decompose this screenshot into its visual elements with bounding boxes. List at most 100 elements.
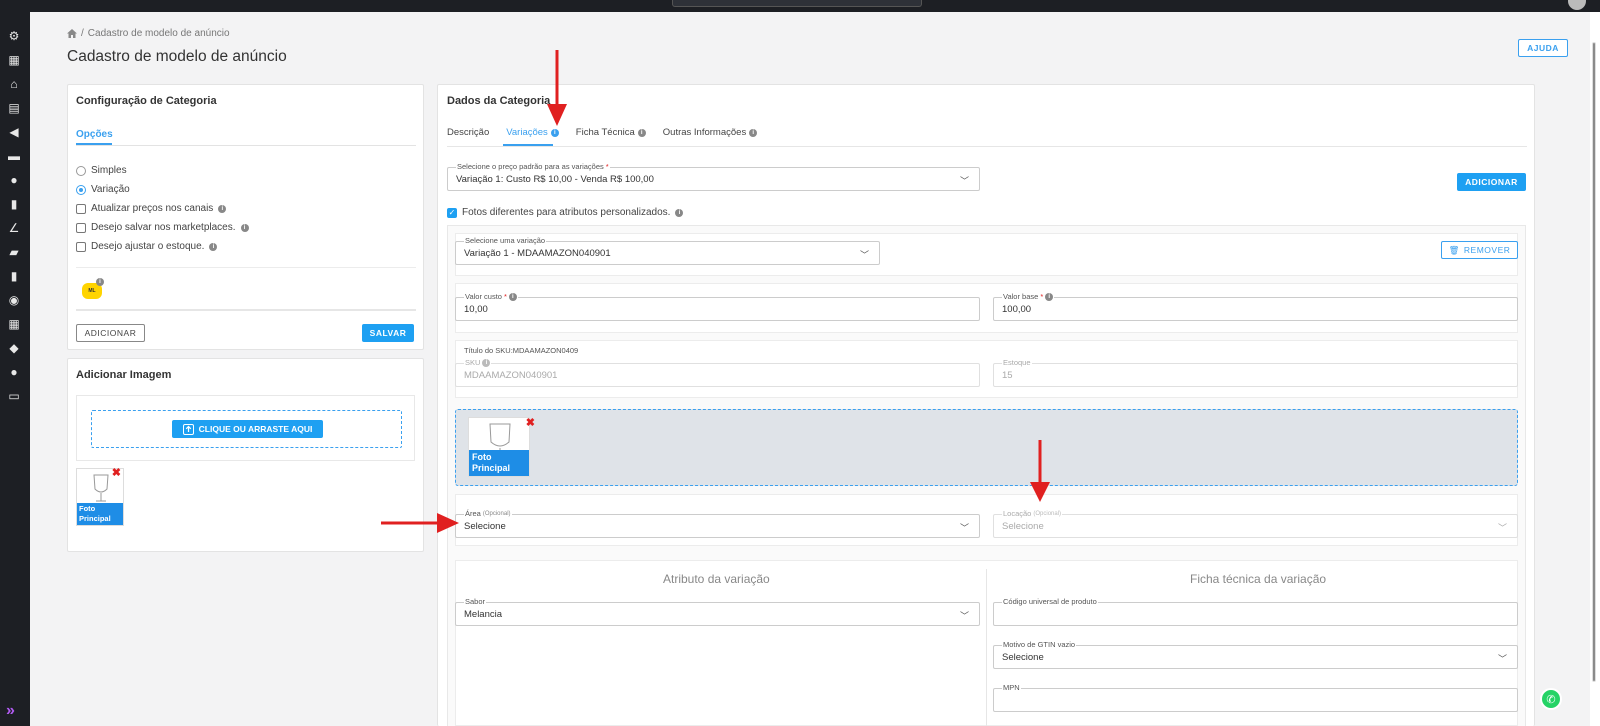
category-tabs: Descrição Variações i Ficha Técnica i Outr… [447, 127, 758, 138]
remove-image-icon[interactable]: ✖ [112, 466, 121, 479]
add-button[interactable]: ADICIONAR [76, 324, 145, 342]
area-label: Área (Opcional) [464, 509, 512, 518]
excel-icon[interactable]: ▮ [5, 196, 23, 212]
variation-photo-area[interactable]: ✖ Foto Principal [455, 409, 1518, 486]
variation-image-thumbnail[interactable]: ✖ Foto Principal [468, 417, 535, 477]
tab-variations[interactable]: Variações i [506, 127, 559, 138]
column-divider [986, 569, 987, 726]
chevron-down-icon: ﹀ [959, 611, 969, 621]
info-icon[interactable]: i [675, 208, 684, 217]
tab-description[interactable]: Descrição [447, 127, 489, 138]
radio-variation[interactable] [76, 184, 86, 195]
sku-title: Título do SKU:MDAAMAZON0409 [464, 346, 579, 355]
cart-icon[interactable]: ▬ [5, 148, 23, 164]
marketplace-scroll-track[interactable] [76, 309, 416, 311]
base-value: 100,00 [1002, 304, 1032, 315]
chevron-down-icon: ﹀ [959, 523, 969, 533]
chat-icon[interactable]: ● [5, 172, 23, 188]
info-icon[interactable]: i [637, 128, 646, 137]
checkbox-update-prices[interactable] [76, 203, 86, 214]
annotation-arrow-right [381, 513, 459, 533]
checkbox-custom-photos[interactable]: ✓ [447, 207, 457, 218]
home-icon[interactable] [67, 29, 77, 38]
option-save-marketplaces[interactable]: Desejo salvar nos marketplaces. i [76, 222, 249, 233]
shield-icon[interactable]: ◆ [5, 340, 23, 356]
upload-button[interactable]: CLIQUE OU ARRASTE AQUI [172, 420, 323, 438]
flavor-value: Melancia [464, 609, 503, 620]
area-optional-tag: (Opcional) [482, 510, 511, 517]
option-variation[interactable]: Variação [76, 184, 130, 195]
avatar[interactable] [1568, 0, 1586, 10]
chart-icon[interactable]: ∠ [5, 220, 23, 236]
custom-photos-option[interactable]: ✓ Fotos diferentes para atributos person… [447, 207, 684, 218]
tab-technical-sheet[interactable]: Ficha Técnica i [576, 127, 646, 138]
info-icon[interactable]: i [96, 278, 104, 286]
tab-description-label: Descrição [447, 127, 490, 138]
help-button[interactable]: AJUDA [1518, 39, 1568, 57]
info-icon[interactable]: i [749, 128, 758, 137]
stock-field: Estoque 15 [993, 358, 1518, 387]
image-thumbnail[interactable]: ✖ Foto Principal [76, 466, 124, 526]
info-icon[interactable]: i [1045, 292, 1054, 301]
checkbox-adjust-stock[interactable] [76, 241, 86, 252]
megaphone-icon[interactable]: ◀ [5, 124, 23, 140]
info-icon[interactable]: i [209, 242, 218, 251]
cost-field[interactable]: Valor custo * i 10,00 [455, 292, 980, 321]
add-variation-button[interactable]: ADICIONAR [1457, 173, 1526, 191]
top-search-field[interactable] [672, 0, 922, 7]
save-button[interactable]: SALVAR [362, 324, 414, 342]
chevron-down-icon: ﹀ [859, 250, 869, 260]
base-value-field[interactable]: Valor base * i 100,00 [993, 292, 1518, 321]
calculator-icon[interactable]: ▦ [5, 316, 23, 332]
invoice-icon[interactable]: ▮ [5, 268, 23, 284]
whatsapp-icon[interactable]: ✆ [1540, 688, 1562, 710]
search-icon[interactable]: ◉ [5, 292, 23, 308]
info-icon[interactable]: i [550, 128, 559, 137]
server-icon[interactable]: ▭ [5, 388, 23, 404]
tab-divider [76, 145, 416, 146]
settings-icon[interactable]: ⚙ [5, 28, 23, 44]
mpn-field[interactable]: MPN [993, 683, 1518, 712]
expand-sidebar-icon[interactable]: » [6, 702, 15, 720]
chevron-down-icon: ﹀ [1497, 654, 1507, 664]
trash-icon: 🗑 [1448, 244, 1460, 255]
page-scrollbar[interactable] [1590, 12, 1600, 726]
flavor-select[interactable]: Sabor Melancia ﹀ [455, 597, 980, 626]
sku-label: SKU i [464, 358, 492, 367]
option-update-prices-label: Atualizar preços nos canais [91, 203, 214, 214]
info-icon[interactable]: i [218, 204, 227, 213]
tab-other-info[interactable]: Outras Informações i [663, 127, 758, 138]
breadcrumb: / Cadastro de modelo de anúncio [67, 28, 230, 39]
option-simple[interactable]: Simples [76, 165, 127, 176]
info-icon[interactable]: i [508, 292, 517, 301]
remove-image-icon[interactable]: ✖ [526, 416, 535, 429]
upload-dropzone[interactable]: CLIQUE OU ARRASTE AQUI [91, 410, 402, 448]
checkbox-save-marketplaces[interactable] [76, 222, 86, 233]
users-icon[interactable]: ● [5, 364, 23, 380]
category-config-card: Configuração de Categoria Opções Simples… [67, 84, 424, 350]
option-adjust-stock[interactable]: Desejo ajustar o estoque. i [76, 241, 218, 252]
tab-options[interactable]: Opções [76, 129, 113, 140]
default-price-select[interactable]: Selecione o preço padrão para as variaçõ… [447, 162, 980, 191]
area-select[interactable]: Área (Opcional) Selecione ﹀ [455, 509, 980, 538]
variation-select[interactable]: Selecione uma variação Variação 1 - MDAA… [455, 236, 880, 265]
gtin-reason-select[interactable]: Motivo de GTIN vazio Selecione ﹀ [993, 640, 1518, 669]
upc-field[interactable]: Código universal de produto [993, 597, 1518, 626]
remove-variation-button[interactable]: 🗑 REMOVER [1441, 241, 1518, 259]
radio-simple[interactable] [76, 165, 86, 176]
stock-value: 15 [1002, 370, 1013, 381]
default-price-value: Variação 1: Custo R$ 10,00 - Venda R$ 10… [456, 174, 654, 185]
top-bar [0, 0, 1600, 12]
option-update-prices[interactable]: Atualizar preços nos canais i [76, 203, 227, 214]
location-select[interactable]: Locação (Opcional) Selecione ﹀ [993, 509, 1518, 538]
scrollbar-thumb[interactable] [1592, 42, 1596, 682]
option-save-marketplaces-label: Desejo salvar nos marketplaces. [91, 222, 236, 233]
archive-icon[interactable]: ▤ [5, 100, 23, 116]
info-icon[interactable]: i [240, 223, 249, 232]
store-icon[interactable]: ▦ [5, 52, 23, 68]
info-icon[interactable]: i [482, 358, 491, 367]
location-optional-tag: (Opcional) [1033, 510, 1062, 517]
sku-field: SKU i MDAAMAZON040901 [455, 358, 980, 387]
bank-icon[interactable]: ⌂ [5, 76, 23, 92]
truck-icon[interactable]: ▰ [5, 244, 23, 260]
